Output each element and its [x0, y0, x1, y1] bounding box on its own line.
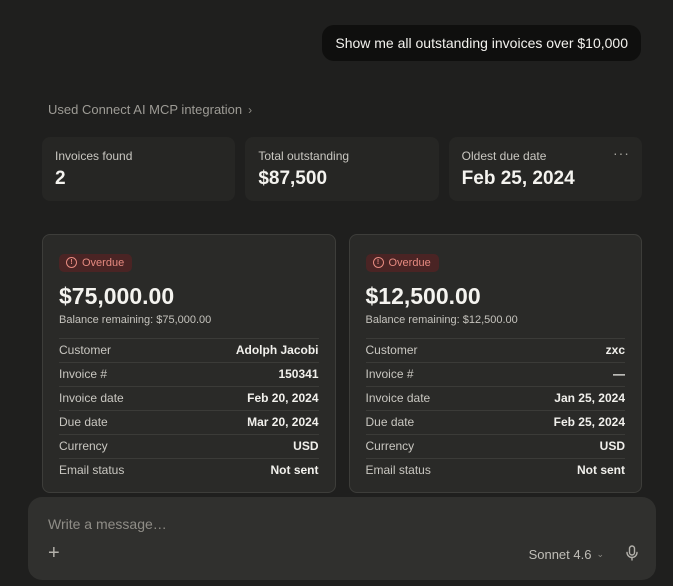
detail-key: Email status	[365, 463, 431, 477]
detail-key: Invoice #	[365, 367, 414, 381]
detail-row-currency: Currency USD	[365, 433, 625, 458]
mcp-integration-link[interactable]: Used Connect AI MCP integration ›	[48, 102, 252, 117]
detail-key: Currency	[365, 439, 415, 453]
overdue-badge: ! Overdue	[59, 253, 133, 272]
balance-remaining: Balance remaining: $75,000.00	[59, 313, 212, 326]
detail-key: Due date	[59, 415, 108, 429]
stat-label: Total outstanding	[258, 149, 350, 163]
user-message-bubble: Show me all outstanding invoices over $1…	[322, 25, 641, 61]
detail-key: Invoice date	[365, 391, 431, 405]
status-label: Overdue	[82, 256, 125, 269]
mcp-integration-label: Used Connect AI MCP integration	[48, 102, 243, 117]
detail-value: Feb 20, 2024	[247, 391, 319, 405]
stat-oldest-due-date: Oldest due date Feb 25, 2024 ···	[448, 137, 642, 201]
detail-row-customer: Customer zxc	[365, 337, 625, 362]
detail-key: Currency	[59, 439, 108, 453]
invoice-details: Customer zxc Invoice # — Invoice date Jan 2…	[365, 337, 625, 482]
detail-value: Jan 25, 2024	[554, 391, 625, 405]
alert-circle-icon: !	[372, 257, 384, 268]
detail-row-due-date: Due date Feb 25, 2024	[365, 409, 625, 434]
invoice-cards: ! Overdue $75,000.00 Balance remaining: …	[42, 234, 642, 493]
detail-key: Email status	[59, 463, 125, 477]
detail-key: Customer	[59, 343, 112, 357]
detail-row-currency: Currency USD	[59, 433, 319, 458]
model-selector[interactable]: Sonnet 4.6 ⌄	[529, 547, 604, 562]
stat-label: Oldest due date	[461, 149, 547, 163]
microphone-icon[interactable]	[626, 545, 638, 566]
stat-value: 2	[55, 168, 66, 189]
detail-row-invoice-number: Invoice # 150341	[59, 361, 319, 386]
detail-row-customer: Customer Adolph Jacobi	[59, 337, 319, 362]
detail-key: Customer	[365, 343, 418, 357]
invoice-card: ! Overdue $12,500.00 Balance remaining: …	[348, 234, 642, 493]
chevron-right-icon: ›	[248, 102, 253, 117]
alert-circle-icon: !	[66, 257, 77, 268]
detail-row-invoice-date: Invoice date Feb 20, 2024	[59, 385, 319, 410]
detail-row-due-date: Due date Mar 20, 2024	[59, 409, 319, 434]
detail-value: Mar 20, 2024	[247, 415, 319, 429]
model-label: Sonnet 4.6	[528, 547, 592, 562]
status-label: Overdue	[388, 256, 431, 269]
detail-value: Not sent	[577, 463, 625, 477]
stat-value: $87,500	[258, 168, 328, 189]
overdue-badge: ! Overdue	[365, 253, 439, 272]
detail-row-invoice-number: Invoice # —	[365, 361, 625, 386]
detail-value: Feb 25, 2024	[553, 415, 625, 429]
detail-key: Invoice #	[59, 367, 108, 381]
detail-value: zxc	[605, 343, 625, 357]
detail-row-email-status: Email status Not sent	[365, 457, 625, 482]
detail-value: USD	[293, 439, 319, 453]
stat-invoices-found: Invoices found 2	[42, 137, 236, 201]
plus-icon[interactable]: +	[48, 543, 60, 563]
detail-value: Adolph Jacobi	[235, 343, 319, 357]
detail-value: USD	[599, 439, 625, 453]
summary-stats: Invoices found 2 Total outstanding $87,5…	[42, 137, 642, 201]
detail-value: —	[613, 367, 625, 381]
detail-row-email-status: Email status Not sent	[59, 457, 319, 482]
detail-key: Invoice date	[59, 391, 124, 405]
invoice-amount: $12,500.00	[365, 282, 481, 309]
invoice-details: Customer Adolph Jacobi Invoice # 150341 In…	[59, 337, 319, 482]
invoice-amount: $75,000.00	[59, 282, 175, 309]
balance-remaining: Balance remaining: $12,500.00	[365, 313, 518, 326]
more-options-icon[interactable]: ···	[613, 145, 630, 161]
detail-value: 150341	[278, 367, 319, 381]
stat-value: Feb 25, 2024	[461, 168, 575, 189]
stat-total-outstanding: Total outstanding $87,500	[245, 137, 439, 201]
invoice-card: ! Overdue $75,000.00 Balance remaining: …	[42, 234, 336, 493]
message-composer: + Sonnet 4.6 ⌄	[28, 497, 656, 580]
detail-key: Due date	[365, 415, 415, 429]
chevron-down-icon: ⌄	[596, 549, 604, 559]
message-input[interactable]	[46, 515, 630, 533]
stat-label: Invoices found	[55, 149, 133, 163]
detail-row-invoice-date: Invoice date Jan 25, 2024	[365, 385, 625, 410]
detail-value: Not sent	[270, 463, 319, 477]
